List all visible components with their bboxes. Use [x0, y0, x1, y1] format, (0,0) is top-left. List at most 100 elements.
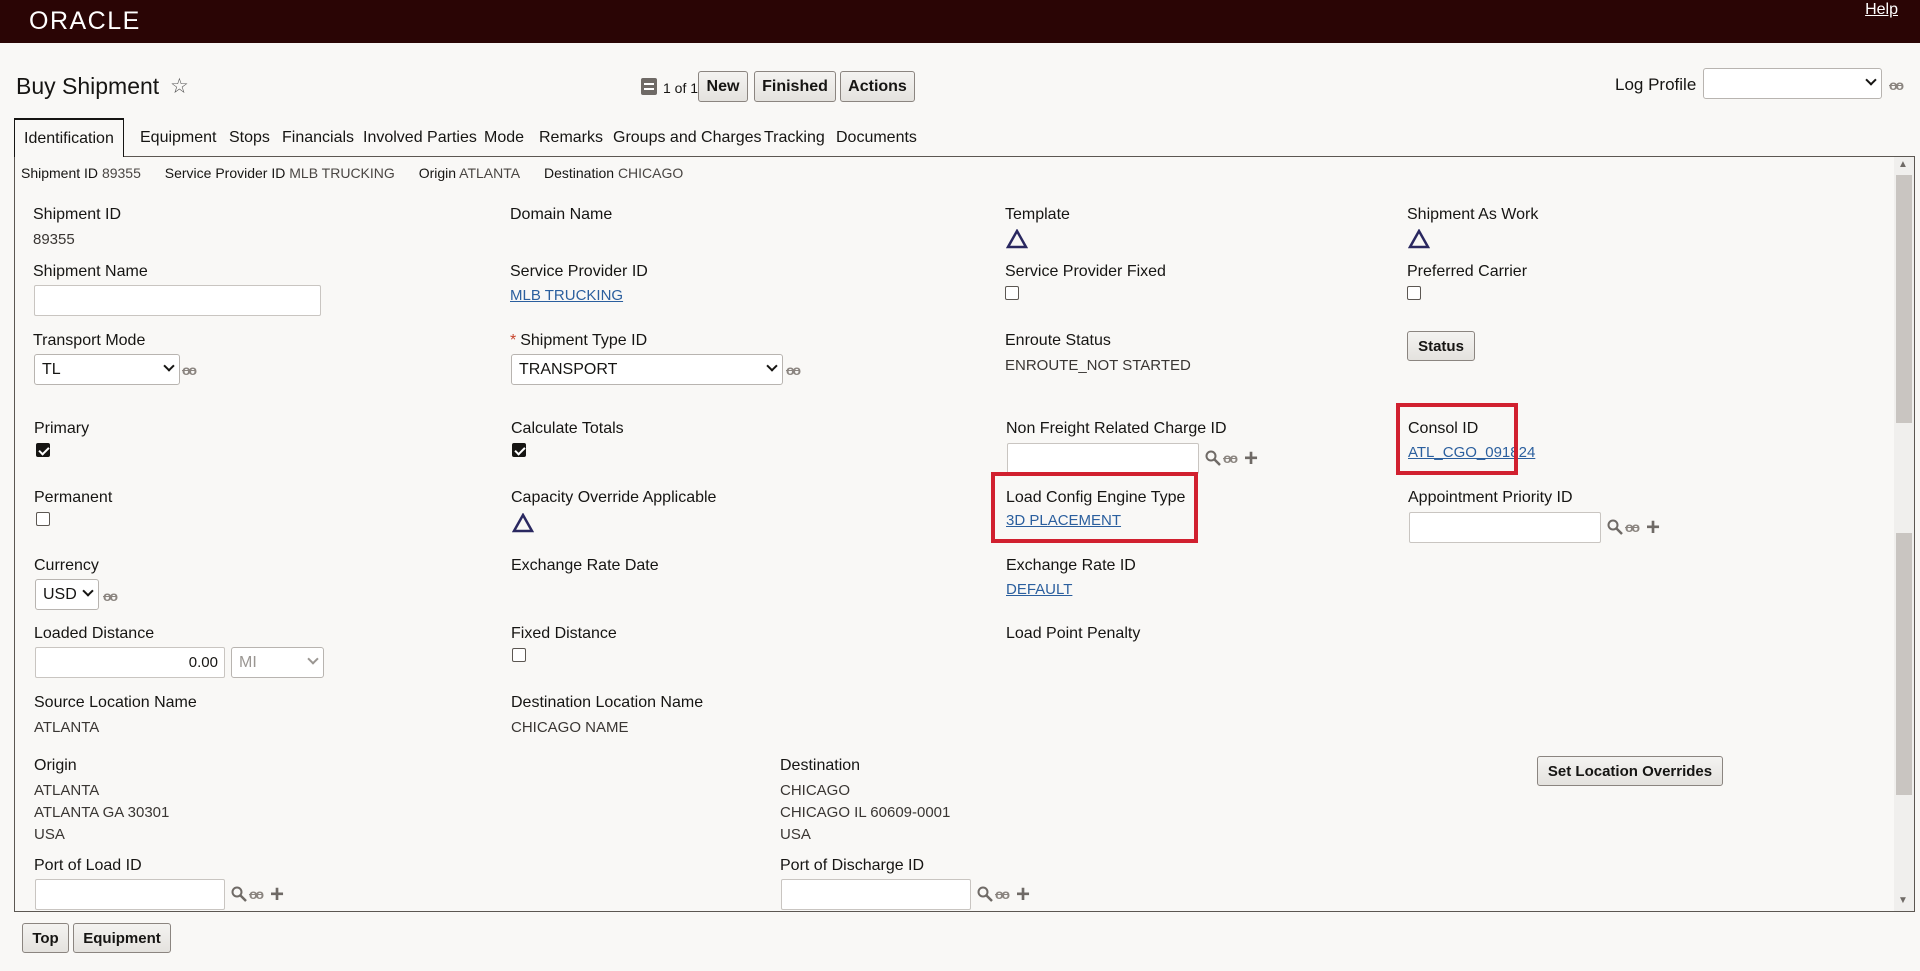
appointment-priority-input[interactable]: [1409, 512, 1601, 543]
search-icon[interactable]: [1205, 450, 1221, 466]
search-icon[interactable]: [231, 886, 247, 902]
load-config-highlight: [991, 472, 1198, 543]
glasses-icon[interactable]: oo: [995, 886, 1010, 902]
tab-groups-and-charges[interactable]: Groups and Charges: [613, 118, 762, 157]
destination-label: Destination: [780, 757, 861, 774]
service-provider-fixed-checkbox[interactable]: [1005, 286, 1019, 300]
glasses-icon[interactable]: oo: [1223, 450, 1238, 466]
fixed-distance-checkbox[interactable]: [512, 648, 526, 662]
plus-icon[interactable]: +: [270, 883, 284, 907]
summary-origin: ATLANTA: [459, 165, 521, 181]
top-banner: ORACLE Help: [0, 0, 1920, 43]
favorite-star-icon[interactable]: ☆: [170, 74, 189, 99]
chevron-down-icon: [163, 360, 175, 372]
log-profile-select[interactable]: [1703, 68, 1882, 99]
panel-scrollbar[interactable]: ▲ ▼: [1894, 157, 1914, 911]
summary-bar: Shipment ID 89355 Service Provider ID ML…: [21, 165, 703, 181]
transport-mode-label: Transport Mode: [33, 332, 146, 349]
new-button[interactable]: New: [698, 71, 748, 102]
plus-icon[interactable]: +: [1016, 883, 1030, 907]
port-of-load-input[interactable]: [35, 879, 225, 910]
tab-remarks[interactable]: Remarks: [539, 118, 603, 157]
exchange-rate-id-label: Exchange Rate ID: [1006, 557, 1136, 574]
calculate-totals-checkbox[interactable]: [512, 443, 526, 457]
calculate-totals-label: Calculate Totals: [511, 420, 624, 437]
finished-button[interactable]: Finished: [754, 71, 836, 102]
set-location-overrides-button[interactable]: Set Location Overrides: [1537, 756, 1723, 786]
tab-stops[interactable]: Stops: [229, 118, 270, 157]
top-button[interactable]: Top: [22, 923, 69, 953]
distance-unit-value: MI: [239, 653, 257, 671]
permanent-checkbox[interactable]: [36, 512, 50, 526]
primary-checkbox[interactable]: [36, 443, 50, 457]
capacity-override-label: Capacity Override Applicable: [511, 489, 717, 506]
summary-destination-label: Destination: [544, 165, 615, 181]
scroll-thumb-lower[interactable]: [1896, 533, 1912, 795]
source-location-name-value: ATLANTA: [34, 719, 100, 736]
glasses-icon[interactable]: oo: [1625, 519, 1640, 535]
status-button[interactable]: Status: [1407, 331, 1475, 361]
fixed-distance-label: Fixed Distance: [511, 625, 617, 642]
non-freight-charge-label: Non Freight Related Charge ID: [1006, 420, 1227, 437]
chevron-down-icon: [307, 653, 319, 665]
tab-financials[interactable]: Financials: [282, 118, 354, 157]
plus-icon[interactable]: +: [1244, 447, 1258, 471]
glasses-icon[interactable]: oo: [182, 362, 197, 378]
destination-location-name-value: CHICAGO NAME: [511, 719, 629, 736]
search-icon[interactable]: [1607, 519, 1623, 535]
permanent-label: Permanent: [34, 489, 113, 506]
origin-label: Origin: [34, 757, 77, 774]
plus-icon[interactable]: +: [1646, 516, 1660, 540]
search-icon[interactable]: [977, 886, 993, 902]
tab-mode[interactable]: Mode: [484, 118, 524, 157]
tab-involved-parties[interactable]: Involved Parties: [363, 118, 477, 157]
chevron-down-icon: [1865, 74, 1877, 86]
destination-address-line1: CHICAGO: [780, 782, 851, 799]
loaded-distance-input[interactable]: 0.00: [35, 647, 225, 678]
tab-documents[interactable]: Documents: [836, 118, 917, 157]
triangle-icon: [512, 513, 534, 533]
glasses-icon[interactable]: oo: [103, 588, 118, 604]
scroll-up-icon[interactable]: ▲: [1898, 159, 1908, 170]
tab-identification[interactable]: Identification: [14, 118, 124, 157]
chevron-down-icon: [766, 360, 778, 372]
currency-label: Currency: [34, 557, 99, 574]
shipment-name-input[interactable]: [34, 285, 321, 316]
oracle-logo: ORACLE: [29, 7, 141, 35]
tab-tracking[interactable]: Tracking: [764, 118, 825, 157]
scroll-thumb[interactable]: [1896, 175, 1912, 423]
currency-select[interactable]: USD: [35, 579, 99, 610]
source-location-name-label: Source Location Name: [34, 694, 197, 711]
shipment-name-label: Shipment Name: [33, 263, 148, 280]
service-provider-id-link[interactable]: MLB TRUCKING: [510, 287, 623, 304]
exchange-rate-id-link[interactable]: DEFAULT: [1006, 581, 1072, 598]
shipment-type-id-value: TRANSPORT: [519, 360, 618, 378]
origin-address-line2: ATLANTA GA 30301: [34, 804, 170, 821]
glasses-icon[interactable]: oo: [786, 362, 801, 378]
enroute-status-value: ENROUTE_NOT STARTED: [1005, 357, 1191, 374]
port-of-load-label: Port of Load ID: [34, 857, 142, 874]
primary-label: Primary: [34, 420, 90, 437]
appointment-priority-label: Appointment Priority ID: [1408, 489, 1573, 506]
summary-service-provider-label: Service Provider ID: [164, 165, 286, 181]
transport-mode-select[interactable]: TL: [34, 354, 180, 385]
load-point-penalty-label: Load Point Penalty: [1006, 625, 1141, 642]
preferred-carrier-checkbox[interactable]: [1407, 286, 1421, 300]
distance-unit-select: MI: [231, 647, 324, 678]
actions-button[interactable]: Actions: [840, 71, 915, 102]
summary-shipment-id-label: Shipment ID: [21, 165, 99, 181]
equipment-button[interactable]: Equipment: [73, 923, 171, 953]
log-profile-label: Log Profile: [1615, 75, 1697, 94]
glasses-icon[interactable]: oo: [1889, 77, 1904, 93]
exchange-rate-date-label: Exchange Rate Date: [511, 557, 659, 574]
destination-address-line3: USA: [780, 826, 811, 843]
shipment-type-id-select[interactable]: TRANSPORT: [511, 354, 783, 385]
port-of-discharge-input[interactable]: [781, 879, 971, 910]
glasses-icon[interactable]: oo: [249, 886, 264, 902]
record-list-icon[interactable]: [641, 78, 657, 95]
scroll-down-icon[interactable]: ▼: [1898, 895, 1908, 906]
tab-equipment[interactable]: Equipment: [140, 118, 217, 157]
help-link[interactable]: Help: [1865, 1, 1898, 19]
non-freight-charge-input[interactable]: [1007, 443, 1199, 474]
preferred-carrier-label: Preferred Carrier: [1407, 263, 1528, 280]
